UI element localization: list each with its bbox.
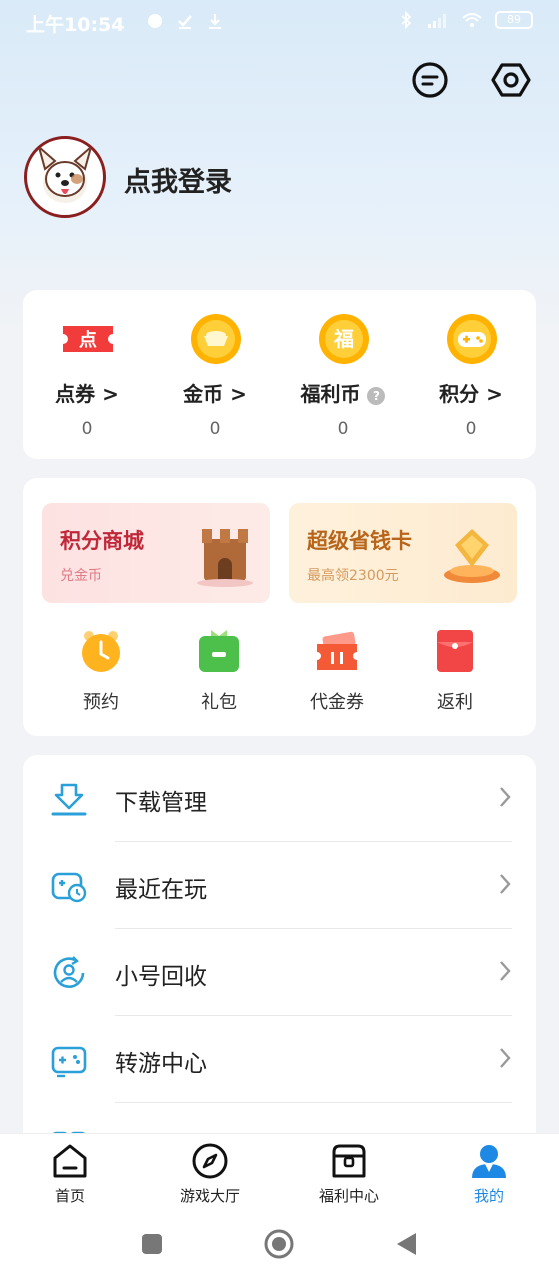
quick-label: 代金券 xyxy=(310,692,364,713)
tab-home[interactable]: 首页 xyxy=(0,1134,140,1216)
battery-indicator: 89 xyxy=(495,11,533,29)
asset-label: 点券 > xyxy=(55,382,119,406)
gamepad-points-icon xyxy=(447,314,497,364)
menu-label: 最近在玩 xyxy=(115,877,207,903)
compass-icon xyxy=(192,1143,228,1179)
tab-label: 福利中心 xyxy=(318,1187,379,1205)
download-icon xyxy=(51,783,87,816)
asset-label: 金币 > xyxy=(183,382,247,406)
asset-value: 0 xyxy=(81,419,93,439)
treasure-chest-icon xyxy=(332,1144,366,1178)
chevron-right-icon xyxy=(500,874,511,894)
recent-apps-icon[interactable] xyxy=(140,1232,164,1256)
system-nav-bar xyxy=(0,1215,559,1280)
ticket-icon: 点 xyxy=(63,326,113,352)
divider xyxy=(115,1102,512,1103)
home-icon xyxy=(53,1144,87,1178)
tab-label: 首页 xyxy=(54,1187,85,1205)
tab-label: 游戏大厅 xyxy=(179,1187,240,1205)
asset-gold[interactable]: 金币 > 0 xyxy=(151,290,279,459)
quick-voucher[interactable]: 代金券 xyxy=(278,628,396,718)
menu-item-recycle[interactable]: 小号回收 xyxy=(23,929,536,1016)
gift-bag-icon xyxy=(199,630,239,672)
bottom-tab-bar: 首页 游戏大厅 福利中心 我的 xyxy=(0,1133,559,1215)
alarm-clock-icon xyxy=(82,631,120,672)
gold-coin-icon xyxy=(191,314,241,364)
status-bar: 上午10:54 89 xyxy=(0,0,559,44)
red-envelope-icon xyxy=(437,630,473,672)
quick-rebate[interactable]: 返利 xyxy=(396,628,514,718)
tab-label: 我的 xyxy=(473,1187,504,1205)
menu-label: 转游中心 xyxy=(115,1051,207,1077)
quick-gift[interactable]: 礼包 xyxy=(160,628,278,718)
banner-subtitle: 最高领2300元 xyxy=(307,568,399,584)
asset-fu-coin[interactable]: 福 福利币 ? 0 xyxy=(279,290,407,459)
download-status-icon xyxy=(209,14,221,29)
tab-welfare[interactable]: 福利中心 xyxy=(279,1134,419,1216)
bluetooth-icon xyxy=(401,11,412,29)
svg-text:点: 点 xyxy=(79,329,97,351)
settings-icon[interactable] xyxy=(491,60,531,100)
tab-mine[interactable]: 我的 xyxy=(419,1134,559,1216)
menu-label: 下载管理 xyxy=(115,790,207,816)
avatar[interactable] xyxy=(24,136,106,218)
asset-value: 0 xyxy=(209,419,221,439)
notification-icon xyxy=(148,14,162,28)
assets-card: 点 点券 > 0 金币 > 0 福 福利币 ? 0 积分 > 0 xyxy=(23,290,536,459)
asset-points[interactable]: 积分 > 0 xyxy=(407,290,535,459)
svg-text:福: 福 xyxy=(333,327,354,351)
asset-value: 0 xyxy=(337,419,349,439)
points-mall-banner[interactable]: 积分商城 兑金币 xyxy=(42,503,270,603)
status-time: 上午10:54 xyxy=(26,14,125,36)
menu-label: 小号回收 xyxy=(115,964,207,990)
menu-item-download[interactable]: 下载管理 xyxy=(23,755,536,842)
message-icon[interactable] xyxy=(410,60,450,100)
quick-label: 返利 xyxy=(437,692,473,713)
menu-item-recent[interactable]: 最近在玩 xyxy=(23,842,536,929)
wifi-icon xyxy=(462,13,482,28)
voucher-icon xyxy=(317,631,357,670)
help-icon[interactable]: ? xyxy=(367,386,386,405)
recent-game-icon xyxy=(51,872,87,903)
gold-card-icon xyxy=(444,529,500,583)
fu-coin-icon: 福 xyxy=(319,314,369,364)
signal-icon xyxy=(428,14,446,28)
asset-label: 积分 > xyxy=(439,382,503,406)
asset-ticket[interactable]: 点 点券 > 0 xyxy=(23,290,151,459)
dog-avatar-icon xyxy=(37,144,93,203)
banner-title: 超级省钱卡 xyxy=(307,529,412,553)
asset-label-text: 福利币 xyxy=(300,382,361,406)
castle-icon xyxy=(197,529,253,587)
checkmark-icon xyxy=(178,15,192,29)
menu-card: 下载管理 最近在玩 小号回收 转游中心 xyxy=(23,755,536,1155)
asset-label: 福利币 ? xyxy=(279,378,407,407)
promo-card: 积分商城 兑金币 超级省钱卡 最高领2300元 预约 礼包 代金券 返利 xyxy=(23,478,536,736)
chevron-right-icon xyxy=(500,787,511,807)
back-icon[interactable] xyxy=(394,1231,418,1257)
quick-label: 预约 xyxy=(83,692,119,713)
quick-label: 礼包 xyxy=(201,692,237,713)
account-recycle-icon xyxy=(53,956,85,988)
asset-value: 0 xyxy=(465,419,477,439)
chevron-right-icon xyxy=(500,961,511,981)
savings-card-banner[interactable]: 超级省钱卡 最高领2300元 xyxy=(289,503,517,603)
banner-subtitle: 兑金币 xyxy=(60,568,102,584)
user-icon xyxy=(472,1145,506,1178)
home-button-icon[interactable] xyxy=(263,1228,295,1260)
menu-item-transfer[interactable]: 转游中心 xyxy=(23,1016,536,1103)
chevron-right-icon xyxy=(500,1048,511,1068)
transfer-game-icon xyxy=(51,1046,87,1078)
quick-reserve[interactable]: 预约 xyxy=(42,628,160,718)
tab-game-hall[interactable]: 游戏大厅 xyxy=(140,1134,280,1216)
banner-title: 积分商城 xyxy=(60,529,144,553)
login-link[interactable]: 点我登录 xyxy=(124,160,232,199)
